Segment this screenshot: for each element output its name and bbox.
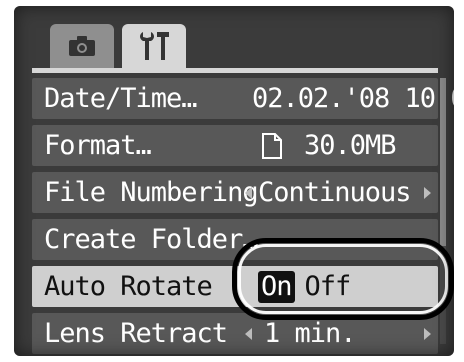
option-off[interactable]: Off xyxy=(305,271,352,302)
settings-menu: Date/Time… 02.02.'08 10:00 Format… 30.0M… xyxy=(32,78,454,356)
menu-item-value: Continuous xyxy=(258,177,412,208)
option-on[interactable]: On xyxy=(258,270,295,303)
tab-camera[interactable] xyxy=(50,24,114,68)
camera-icon xyxy=(69,36,95,56)
menu-item-label: Format… xyxy=(44,130,152,161)
menu-item-date-time[interactable]: Date/Time… 02.02.'08 10:00 xyxy=(32,78,454,119)
menu-item-label: Lens Retract xyxy=(44,318,228,349)
arrow-right-icon[interactable] xyxy=(424,328,431,340)
menu-item-label: Create Folder… xyxy=(44,224,259,255)
format-capacity: 30.0MB xyxy=(304,130,397,161)
menu-item-value-group: 30.0MB xyxy=(262,125,397,166)
tab-underline xyxy=(32,68,438,73)
arrow-left-icon[interactable] xyxy=(245,187,252,199)
arrow-left-icon[interactable] xyxy=(245,328,252,340)
scrollbar[interactable] xyxy=(440,78,446,344)
tools-icon xyxy=(140,32,169,60)
arrow-right-icon[interactable] xyxy=(424,187,431,199)
menu-item-value: 1 min. xyxy=(264,318,357,349)
menu-item-auto-rotate[interactable]: Auto Rotate On Off xyxy=(32,266,438,307)
tab-setup[interactable] xyxy=(122,24,186,68)
menu-item-value: 02.02.'08 10:00 xyxy=(252,83,454,114)
menu-item-create-folder[interactable]: Create Folder… xyxy=(32,219,438,260)
scrollbar-thumb[interactable] xyxy=(440,78,446,246)
menu-item-file-numbering[interactable]: File Numbering Continuous xyxy=(32,172,438,213)
menu-item-label: File Numbering xyxy=(44,177,259,208)
camera-lcd-screen: Date/Time… 02.02.'08 10:00 Format… 30.0M… xyxy=(14,6,454,356)
menu-item-lens-retract[interactable]: Lens Retract 1 min. xyxy=(32,313,438,354)
file-icon xyxy=(262,132,282,159)
auto-rotate-options: On Off xyxy=(258,266,352,307)
menu-item-format[interactable]: Format… 30.0MB xyxy=(32,125,438,166)
menu-item-label: Auto Rotate xyxy=(44,271,213,302)
menu-item-label: Date/Time… xyxy=(44,83,198,114)
